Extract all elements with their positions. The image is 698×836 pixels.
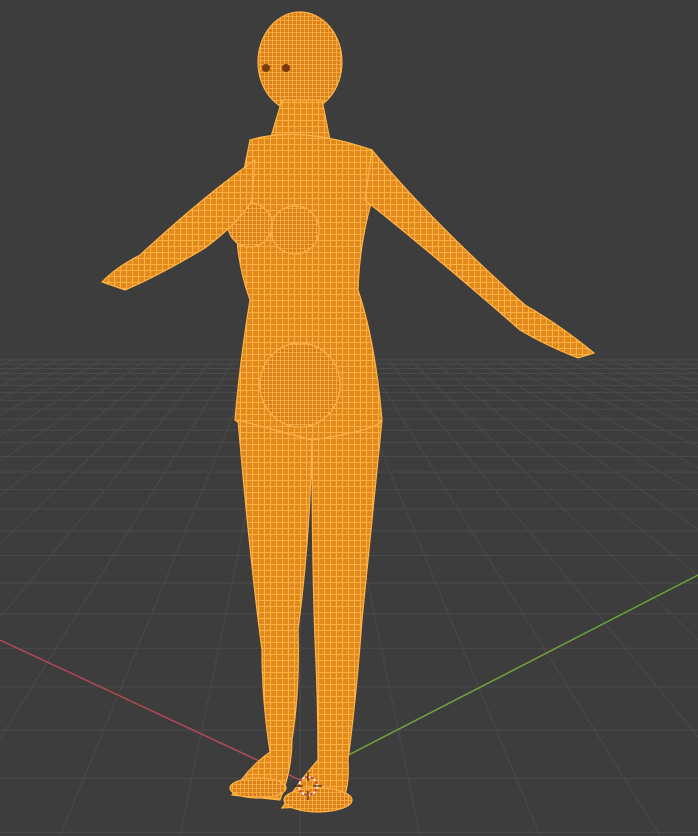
grid-line (0, 359, 81, 400)
right-arm-mesh (364, 148, 596, 359)
grid-line (387, 359, 698, 738)
left-arm-mesh (100, 158, 256, 291)
belly-mesh (259, 342, 341, 428)
eye-right-mesh (282, 64, 290, 72)
right-foot-mesh (283, 787, 353, 813)
grid-line (673, 359, 698, 368)
grid-line (585, 359, 698, 403)
grid-line (0, 359, 169, 497)
chest-right-mesh (270, 205, 320, 255)
head-mesh[interactable] (257, 11, 343, 113)
grid-line (541, 359, 698, 430)
left-foot-mesh (229, 777, 287, 799)
grid-line (519, 359, 698, 448)
grid-line (453, 359, 698, 530)
grid-line (431, 359, 698, 576)
viewport-canvas[interactable] (0, 0, 698, 836)
grid-line (0, 359, 59, 387)
grid-line (0, 359, 147, 462)
eye-left-mesh (262, 64, 270, 72)
x-axis-line (0, 639, 301, 781)
grid-line (365, 359, 661, 836)
grid-line (475, 359, 698, 496)
grid-line (0, 359, 213, 619)
grid-line (0, 359, 191, 546)
grid-line (59, 359, 257, 836)
3d-viewport[interactable] (0, 0, 698, 836)
grid-line (0, 359, 37, 376)
grid-line (0, 359, 125, 436)
grid-line (629, 359, 698, 383)
grid-line (651, 359, 698, 375)
human-body-mesh[interactable] (100, 11, 596, 813)
